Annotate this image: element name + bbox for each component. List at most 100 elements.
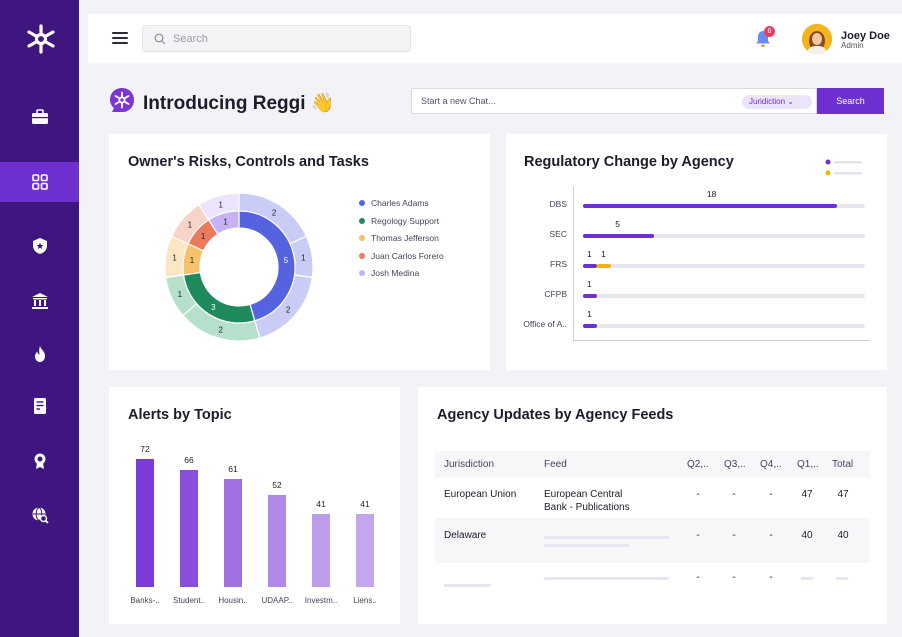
global-search[interactable] [142,25,411,52]
owners-risks-card: Owner's Risks, Controls and Tasks 212211… [109,134,490,370]
chat-search-button[interactable]: Search [817,88,884,114]
donut-slice-label: 1 [201,232,206,241]
notifications-button[interactable]: 6 [752,26,775,50]
app-logo-icon[interactable] [24,22,58,56]
category-label: Liens.. [353,596,377,605]
avatar[interactable] [802,24,832,54]
col-header-jurisdiction[interactable]: Jurisdiction [444,459,494,470]
search-input[interactable] [173,30,393,48]
row-q4: - [769,530,773,541]
col-header-feed[interactable]: Feed [544,459,567,470]
sidebar-item-certifications[interactable] [0,441,79,481]
col-header-q3[interactable]: Q3,.. [724,459,746,470]
row-total: 40 [837,530,849,541]
legend-label: Juan Carlos Forero [371,250,444,261]
row-q2: - [696,489,700,500]
bar-value-label: 41 [316,499,326,510]
owners-donut-chart: 2122111153111 [164,192,314,342]
bar[interactable] [268,494,286,587]
donut-slice-label: 3 [211,303,216,312]
col-header-q1[interactable]: Q1,.. [797,459,819,470]
row-jurisdiction: Delaware [444,530,487,541]
reggi-title: Introducing Reggi 👋 [143,93,335,114]
regulatory-change-title: Regulatory Change by Agency [524,154,734,170]
bar[interactable] [583,204,837,208]
sidebar-item-tasks[interactable] [0,386,79,426]
user-avatar-image [802,24,832,54]
loading-placeholder [544,577,669,580]
table-row[interactable]: European Union European Central Bank - P… [435,478,870,518]
sidebar-item-global-search[interactable] [0,495,79,535]
bar-value-label: 5 [615,219,620,229]
sidebar-item-dashboard[interactable] [0,162,79,202]
regulatory-change-card: Regulatory Change by Agency DBS 18 SEC 5 FRS… [506,134,887,370]
donut-slice-label: 1 [223,217,228,226]
category-label: SEC [549,229,567,239]
loading-placeholder [801,577,813,580]
bar-value-label: 41 [360,499,370,510]
sidebar-item-risks[interactable] [0,334,79,374]
legend-item[interactable]: Josh Medina [359,268,419,278]
legend-dot [359,217,365,224]
bar[interactable] [583,264,598,268]
donut-slice-label: 2 [286,306,291,315]
jurisdiction-dropdown[interactable]: Juridiction ⌄ [742,95,812,109]
agency-updates-card: Agency Updates by Agency Feeds Jurisdict… [418,387,887,624]
chat-input[interactable] [421,93,721,109]
category-label: Office of A.. [523,319,567,329]
row-q1: 40 [801,530,813,541]
bank-icon [31,293,48,309]
bar-value-label: 1 [587,279,592,289]
bar[interactable] [224,478,242,587]
donut-slice-label: 1 [218,201,223,210]
col-header-q2[interactable]: Q2,.. [687,459,709,470]
category-label: FRS [550,259,567,269]
agency-updates-title: Agency Updates by Agency Feeds [437,407,674,423]
menu-toggle-icon[interactable] [112,32,128,44]
table-row[interactable]: Delaware - - - 40 40 [435,522,870,562]
category-label: DBS [549,199,567,209]
bar-value-label: 18 [706,189,717,199]
legend-dot-primary [825,159,831,165]
sidebar-item-portfolio[interactable] [0,97,79,137]
agency-table: Jurisdiction Feed Q2,.. Q3,.. Q4,.. Q1,.… [435,451,870,603]
col-header-total[interactable]: Total [832,459,853,470]
row-total: 47 [837,489,849,500]
dashboard-grid-icon [31,174,48,190]
bar-value-label: 66 [184,454,194,465]
bar[interactable] [356,514,374,587]
legend-label: Josh Medina [371,268,420,278]
legend-item[interactable]: Thomas Jefferson [359,233,439,243]
notification-count-badge: 6 [764,26,775,37]
table-row[interactable]: - - - [435,563,870,603]
category-label: Student.. [172,596,206,605]
row-q1: 47 [801,489,813,500]
bar[interactable] [180,469,198,587]
bar[interactable] [583,234,654,238]
loading-placeholder [444,584,491,587]
bar-value-label: 1 [601,249,606,259]
sidebar-item-regulators[interactable] [0,281,79,321]
chat-box[interactable]: Juridiction ⌄ [411,88,817,114]
bar[interactable] [312,514,330,587]
main-content: 6 Joey Doe Admin Introducing Reggi 👋 Jur… [79,0,902,637]
donut-slice-label: 2 [272,208,277,217]
row-q3: - [732,489,736,500]
chevron-down-icon: ⌄ [787,97,794,106]
loading-placeholder [544,544,629,547]
donut-slice-label: 1 [301,254,306,263]
legend-item[interactable]: Regology Support [359,216,439,226]
bar[interactable] [583,324,598,328]
legend-dot [359,252,365,259]
legend-dot-secondary [825,170,831,176]
legend-item[interactable]: Juan Carlos Forero [359,251,444,261]
sidebar-item-compliance[interactable] [0,226,79,266]
globe-search-icon [32,507,49,524]
bar[interactable] [136,459,154,587]
row-feed-line1: European Central [544,489,623,500]
award-badge-icon [34,453,45,469]
bar[interactable] [583,294,598,298]
col-header-q4[interactable]: Q4,.. [760,459,782,470]
bar[interactable] [597,264,612,268]
legend-item[interactable]: Charles Adams [359,198,429,208]
